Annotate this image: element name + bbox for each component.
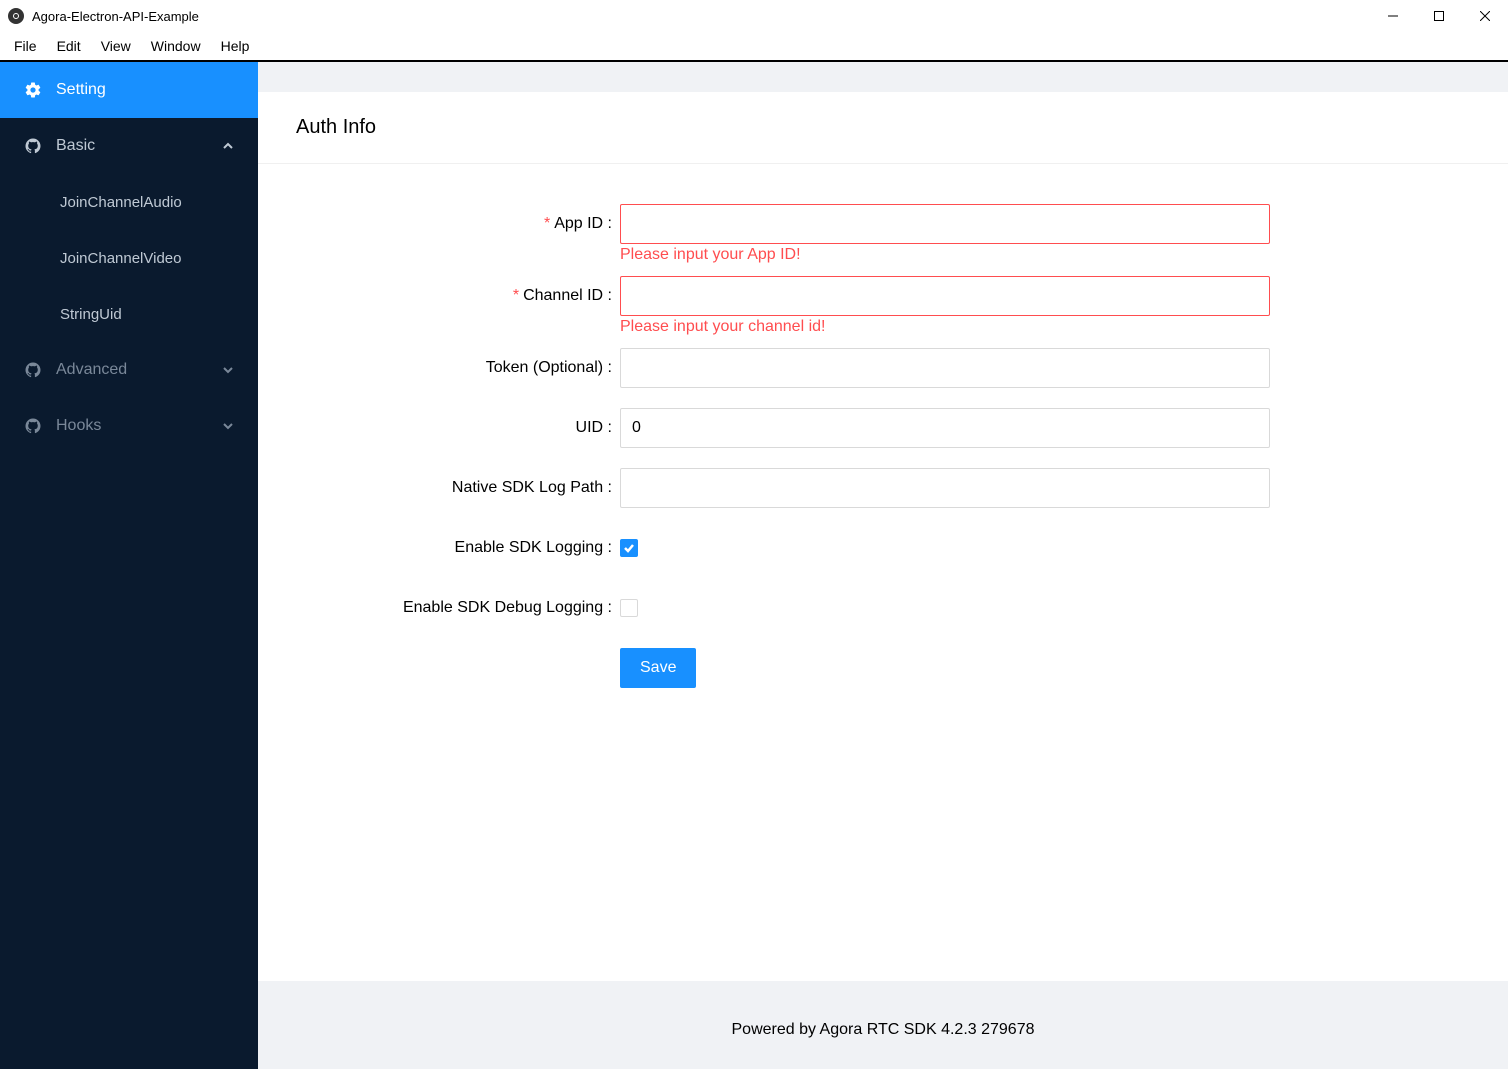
main-content: Auth Info *App ID : Please input your Ap…	[258, 62, 1508, 1069]
menu-view[interactable]: View	[91, 34, 141, 58]
app-id-error: Please input your App ID!	[620, 246, 1270, 264]
sidebar: Setting Basic JoinChannelAudio JoinChann…	[0, 62, 258, 1069]
menu-help[interactable]: Help	[211, 34, 260, 58]
channel-id-error: Please input your channel id!	[620, 318, 1270, 336]
sidebar-group-basic[interactable]: Basic	[0, 118, 258, 174]
sidebar-item-setting[interactable]: Setting	[0, 62, 258, 118]
menubar: File Edit View Window Help	[0, 32, 1508, 62]
minimize-button[interactable]	[1370, 0, 1416, 32]
field-label-log-path: Native SDK Log Path	[452, 479, 603, 497]
uid-input[interactable]	[620, 408, 1270, 448]
menu-edit[interactable]: Edit	[47, 34, 91, 58]
sidebar-subitem-label: JoinChannelAudio	[60, 194, 182, 211]
chevron-down-icon	[222, 420, 234, 432]
sidebar-item-label: Setting	[56, 81, 106, 99]
chevron-down-icon	[222, 364, 234, 376]
footer-text: Powered by Agora RTC SDK 4.2.3 279678	[258, 981, 1508, 1069]
sidebar-subitem-label: JoinChannelVideo	[60, 250, 182, 267]
sidebar-subitem-joinchannelvideo[interactable]: JoinChannelVideo	[0, 230, 258, 286]
field-label-uid: UID	[576, 419, 604, 437]
field-label-enable-debug-logging: Enable SDK Debug Logging	[403, 599, 603, 617]
sidebar-group-label: Basic	[56, 137, 95, 155]
menu-window[interactable]: Window	[141, 34, 211, 58]
app-icon	[8, 8, 24, 24]
field-label-channel-id: Channel ID	[523, 287, 603, 305]
enable-debug-logging-checkbox[interactable]	[620, 599, 638, 617]
field-label-token: Token (Optional)	[486, 359, 603, 377]
titlebar: Agora-Electron-API-Example	[0, 0, 1508, 32]
github-icon	[24, 361, 42, 379]
save-button[interactable]: Save	[620, 648, 696, 688]
chevron-up-icon	[222, 140, 234, 152]
menu-file[interactable]: File	[4, 34, 47, 58]
gear-icon	[24, 81, 42, 99]
sidebar-group-hooks[interactable]: Hooks	[0, 398, 258, 454]
channel-id-input[interactable]	[620, 276, 1270, 316]
maximize-button[interactable]	[1416, 0, 1462, 32]
sidebar-subitem-label: StringUid	[60, 306, 122, 323]
app-id-input[interactable]	[620, 204, 1270, 244]
enable-logging-checkbox[interactable]	[620, 539, 638, 557]
sidebar-group-label: Hooks	[56, 417, 101, 435]
sidebar-group-label: Advanced	[56, 361, 127, 379]
required-mark: *	[544, 215, 550, 233]
github-icon	[24, 417, 42, 435]
github-icon	[24, 137, 42, 155]
log-path-input[interactable]	[620, 468, 1270, 508]
field-label-app-id: App ID	[554, 215, 603, 233]
close-button[interactable]	[1462, 0, 1508, 32]
required-mark: *	[513, 287, 519, 305]
sidebar-group-advanced[interactable]: Advanced	[0, 342, 258, 398]
sidebar-subitem-stringuid[interactable]: StringUid	[0, 286, 258, 342]
token-input[interactable]	[620, 348, 1270, 388]
sidebar-subitem-joinchannelaudio[interactable]: JoinChannelAudio	[0, 174, 258, 230]
window-title: Agora-Electron-API-Example	[32, 9, 199, 24]
field-label-enable-logging: Enable SDK Logging	[455, 539, 604, 557]
page-title: Auth Info	[258, 92, 1508, 164]
